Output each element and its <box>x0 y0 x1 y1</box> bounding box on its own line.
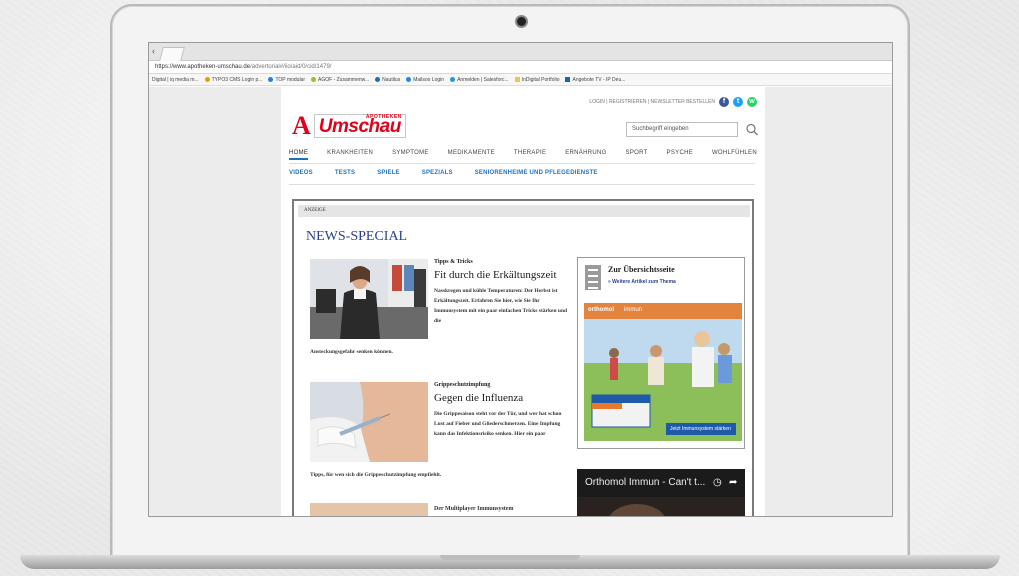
nav-item[interactable]: WOHLFÜHLEN <box>712 150 757 160</box>
bookmark-item[interactable]: TOP modular <box>268 74 306 85</box>
folder-icon <box>514 77 520 83</box>
article-text: Tipps & Tricks Fit durch die Erkältungsz… <box>434 259 570 326</box>
article-kicker: Grippeschutzimpfung <box>434 382 491 388</box>
logo-wordmark: APOTHEKEN Umschau <box>313 114 406 138</box>
bookmark-item[interactable]: Mailsoo Login <box>406 74 445 85</box>
nav-item[interactable]: ERNÄHRUNG <box>565 150 606 160</box>
sub-navigation: VIDEOS TESTS SPIELE SPEZIALS SENIORENHEIME U… <box>289 170 598 176</box>
nav-item[interactable]: KRANKHEITEN <box>327 150 373 160</box>
logo-super: APOTHEKEN <box>365 114 402 120</box>
search-icon[interactable] <box>745 122 759 137</box>
bookmark-item[interactable]: Angebote TV - IP Deu... <box>565 74 626 85</box>
nav-item[interactable]: PSYCHE <box>667 150 693 160</box>
article-image-partial[interactable] <box>310 503 428 516</box>
nav-item[interactable]: MEDIKAMENTE <box>448 150 495 160</box>
share-icon[interactable]: ➦ <box>729 477 737 488</box>
bookmark-label: TOP modular <box>275 77 306 83</box>
url-path: /advertorial#/iio/aid/0/cid/1479/ <box>250 64 332 70</box>
video-player[interactable]: Orthomol Immun - Can't t... ◷ ➦ <box>577 469 745 516</box>
nautilus-icon <box>375 77 381 83</box>
top-icon <box>268 77 274 83</box>
article-teaser-tail: Ansteckungsgefahr senken können. <box>310 349 393 355</box>
subnav-item[interactable]: SENIORENHEIME UND PFLEGEDIENSTE <box>475 170 598 176</box>
nav-item[interactable]: SPORT <box>626 150 648 160</box>
article-text: Grippeschutzimpfung Gegen die Influenza … <box>434 382 570 439</box>
subnav-item[interactable]: SPEZIALS <box>422 170 453 176</box>
orthomol-ad-banner[interactable]: orthomol immun Jetzt Immunsystem stärken <box>584 303 742 441</box>
site-logo[interactable]: A APOTHEKEN Umschau <box>292 111 406 140</box>
more-articles-link[interactable]: » Weitere Artikel zum Thema <box>608 279 676 285</box>
page-content: LOGIN | REGISTRIEREN | NEWSLETTER BESTEL… <box>281 87 765 516</box>
search-input[interactable]: Suchbegriff eingeben <box>626 122 738 137</box>
article-headline[interactable]: Gegen die Influenza <box>434 392 570 404</box>
bookmark-item[interactable]: InDigital Portfolio <box>514 74 560 85</box>
news-special-title: NEWS-SPECIAL <box>306 229 408 244</box>
sidebar-overview-box: Zur Übersichtsseite » Weitere Artikel zu… <box>577 257 745 449</box>
bookmark-label: Anmelden | Salesforc... <box>457 77 509 83</box>
bookmark-label: InDigital Portfolio <box>521 77 560 83</box>
nav-item[interactable]: SYMPTOME <box>392 150 429 160</box>
nav-item[interactable]: HOME <box>289 150 309 160</box>
laptop-notch <box>440 555 580 560</box>
bookmark-label: Digital | iq media m... <box>152 77 199 83</box>
list-icon <box>585 265 601 290</box>
article-headline[interactable]: Fit durch die Erkältungszeit <box>434 269 570 281</box>
bookmark-label: AGOF - Zusammenw... <box>318 77 370 83</box>
article-image-office[interactable] <box>310 259 428 339</box>
article-teaser: Nasskregen und kühle Temperaturen: Der H… <box>434 288 568 324</box>
subnav-divider <box>289 184 755 185</box>
browser-tab[interactable] <box>159 47 185 61</box>
url-host: https://www.apotheken-umschau.de <box>155 64 251 70</box>
pharmacy-a-icon: A <box>292 111 311 140</box>
product-name: immun <box>624 307 643 313</box>
bookmark-item[interactable]: AGOF - Zusammenw... <box>311 74 370 85</box>
advertorial-box: ANZEIGE NEWS-SPECIAL Tipps & Tricks Fit … <box>292 199 754 516</box>
nav-item[interactable]: THERAPIE <box>514 150 546 160</box>
subnav-item[interactable]: VIDEOS <box>289 170 313 176</box>
account-links-text[interactable]: LOGIN | REGISTRIEREN | NEWSLETTER BESTEL… <box>589 99 715 105</box>
overview-title[interactable]: Zur Übersichtsseite <box>608 265 675 274</box>
ad-label: ANZEIGE <box>298 205 750 217</box>
product-brand: orthomol <box>588 307 614 313</box>
main-navigation: HOME KRANKHEITEN SYMPTOME MEDIKAMENTE THERAP… <box>289 150 757 160</box>
product-cta[interactable]: Jetzt Immunsystem stärken <box>670 426 731 432</box>
facebook-icon[interactable]: f <box>719 97 729 107</box>
bookmarks-bar: Digital | iq media m... TYPO3 CMS Login p… <box>149 74 892 86</box>
webcam-icon <box>517 17 526 26</box>
back-arrow-icon[interactable]: ‹ <box>152 46 155 56</box>
bookmark-item[interactable]: TYPO3 CMS Login p... <box>204 74 263 85</box>
mail-icon <box>406 77 412 83</box>
typo3-icon <box>204 77 210 83</box>
bookmark-label: Nautilus <box>382 77 401 83</box>
subnav-item[interactable]: TESTS <box>335 170 355 176</box>
account-links: LOGIN | REGISTRIEREN | NEWSLETTER BESTEL… <box>589 97 757 107</box>
bookmark-item[interactable]: Digital | iq media m... <box>152 74 199 85</box>
clock-icon[interactable]: ◷ <box>713 477 722 488</box>
bookmark-label: TYPO3 CMS Login p... <box>211 77 263 83</box>
address-bar[interactable]: https://www.apotheken-umschau.de/adverto… <box>149 61 892 74</box>
twitter-icon[interactable]: t <box>733 97 743 107</box>
salesforce-icon <box>450 77 456 83</box>
screen: ‹ https://www.apotheken-umschau.de/adver… <box>148 42 893 517</box>
article-headline[interactable]: Der Multiplayer Immunsystem <box>434 506 513 512</box>
article-teaser: Die Grippesaison steht vor der Tür, und … <box>434 411 562 437</box>
bookmark-label: Angebote TV - IP Deu... <box>572 77 626 83</box>
bookmark-item[interactable]: Anmelden | Salesforc... <box>450 74 509 85</box>
article-teaser-tail: Tipps, für wen sich die Grippeschutzimpf… <box>310 472 442 478</box>
agof-icon <box>311 77 317 83</box>
browser-tabbar: ‹ <box>149 43 892 61</box>
subnav-item[interactable]: SPIELE <box>377 170 400 176</box>
bookmark-label: Mailsoo Login <box>413 77 445 83</box>
video-title: Orthomol Immun - Can't t... <box>585 477 706 488</box>
article-kicker: Tipps & Tricks <box>434 259 473 265</box>
bookmark-item[interactable]: Nautilus <box>375 74 401 85</box>
web-page: LOGIN | REGISTRIEREN | NEWSLETTER BESTEL… <box>149 87 892 516</box>
nav-divider <box>289 163 755 164</box>
article-image-vaccination[interactable] <box>310 382 428 462</box>
whatsapp-icon[interactable]: w <box>747 97 757 107</box>
tv-icon <box>565 77 571 83</box>
